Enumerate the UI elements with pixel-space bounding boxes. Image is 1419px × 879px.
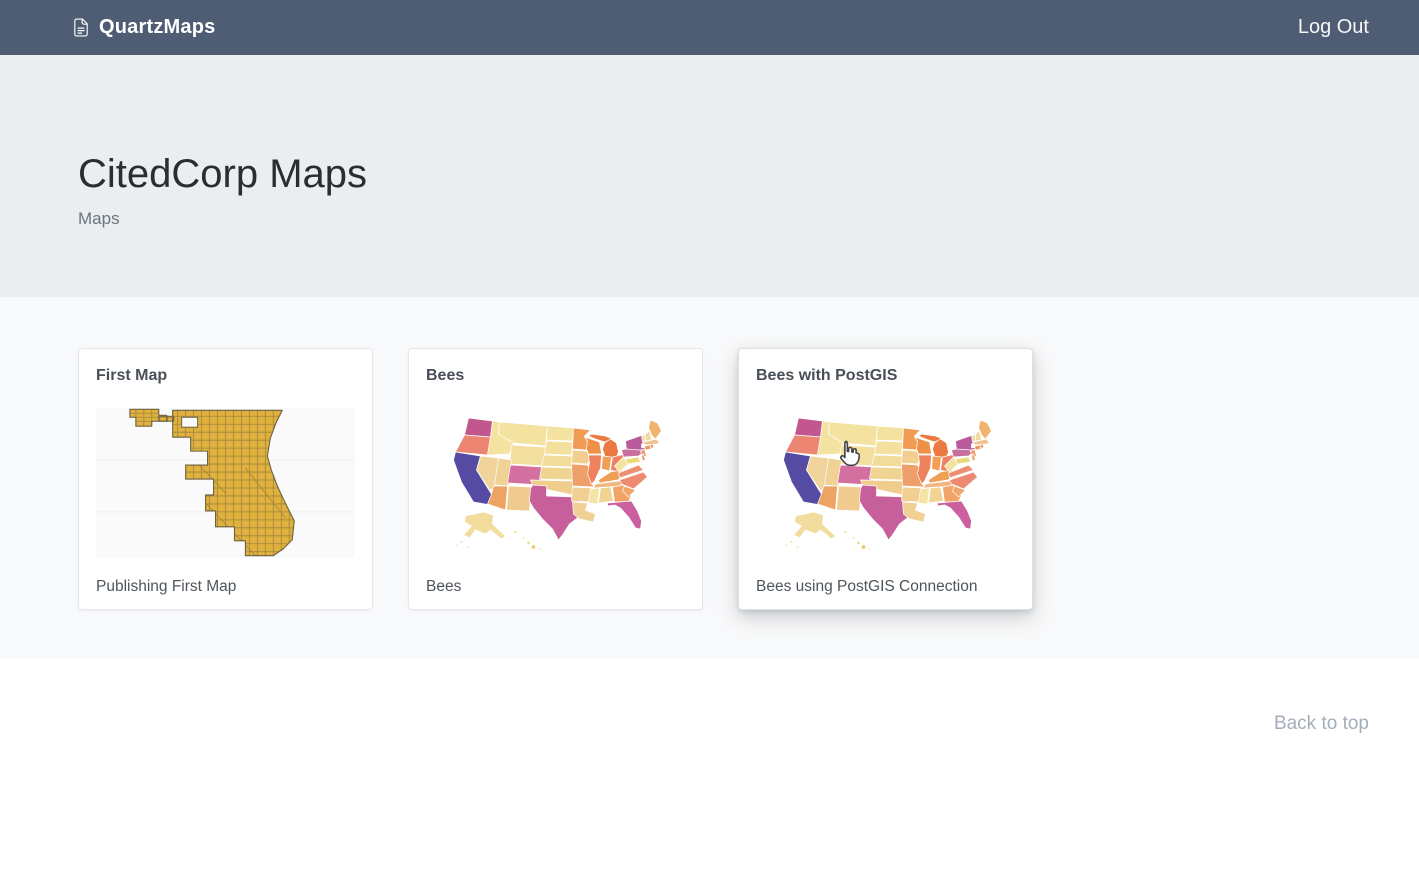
footer: Back to top [0,659,1419,879]
card-caption: Publishing First Map [96,578,355,596]
card-caption: Bees [426,578,685,596]
chicago-map-thumbnail[interactable] [96,408,355,558]
maps-section: First Map [0,297,1419,659]
card-title: Bees with PostGIS [756,366,1015,386]
us-choropleth-thumbnail[interactable] [756,408,1015,558]
map-card-bees[interactable]: Bees Bees [408,348,703,610]
map-card-first-map[interactable]: First Map [78,348,373,610]
page-subtitle: Maps [78,209,1369,229]
card-title: First Map [96,366,355,386]
top-navbar: QuartzMaps Log Out [0,0,1419,55]
page-title: CitedCorp Maps [78,147,1369,201]
card-caption: Bees using PostGIS Connection [756,578,1015,596]
brand-label: QuartzMaps [99,16,215,39]
brand-link[interactable]: QuartzMaps [72,16,215,39]
page: QuartzMaps Log Out CitedCorp Maps Maps F… [0,0,1419,879]
file-text-icon [72,17,90,38]
back-to-top-link[interactable]: Back to top [1274,713,1369,734]
us-states-choropleth-map [426,408,685,558]
hero-jumbotron: CitedCorp Maps Maps [0,55,1419,297]
chicago-neighborhoods-map [96,408,355,558]
logout-link[interactable]: Log Out [1298,16,1369,39]
us-choropleth-thumbnail[interactable] [426,408,685,558]
card-title: Bees [426,366,685,386]
us-states-choropleth-map [756,408,1015,558]
cards-row: First Map [78,348,1369,610]
map-card-bees-postgis[interactable]: Bees with PostGIS Bees using PostGIS Con… [738,348,1033,610]
